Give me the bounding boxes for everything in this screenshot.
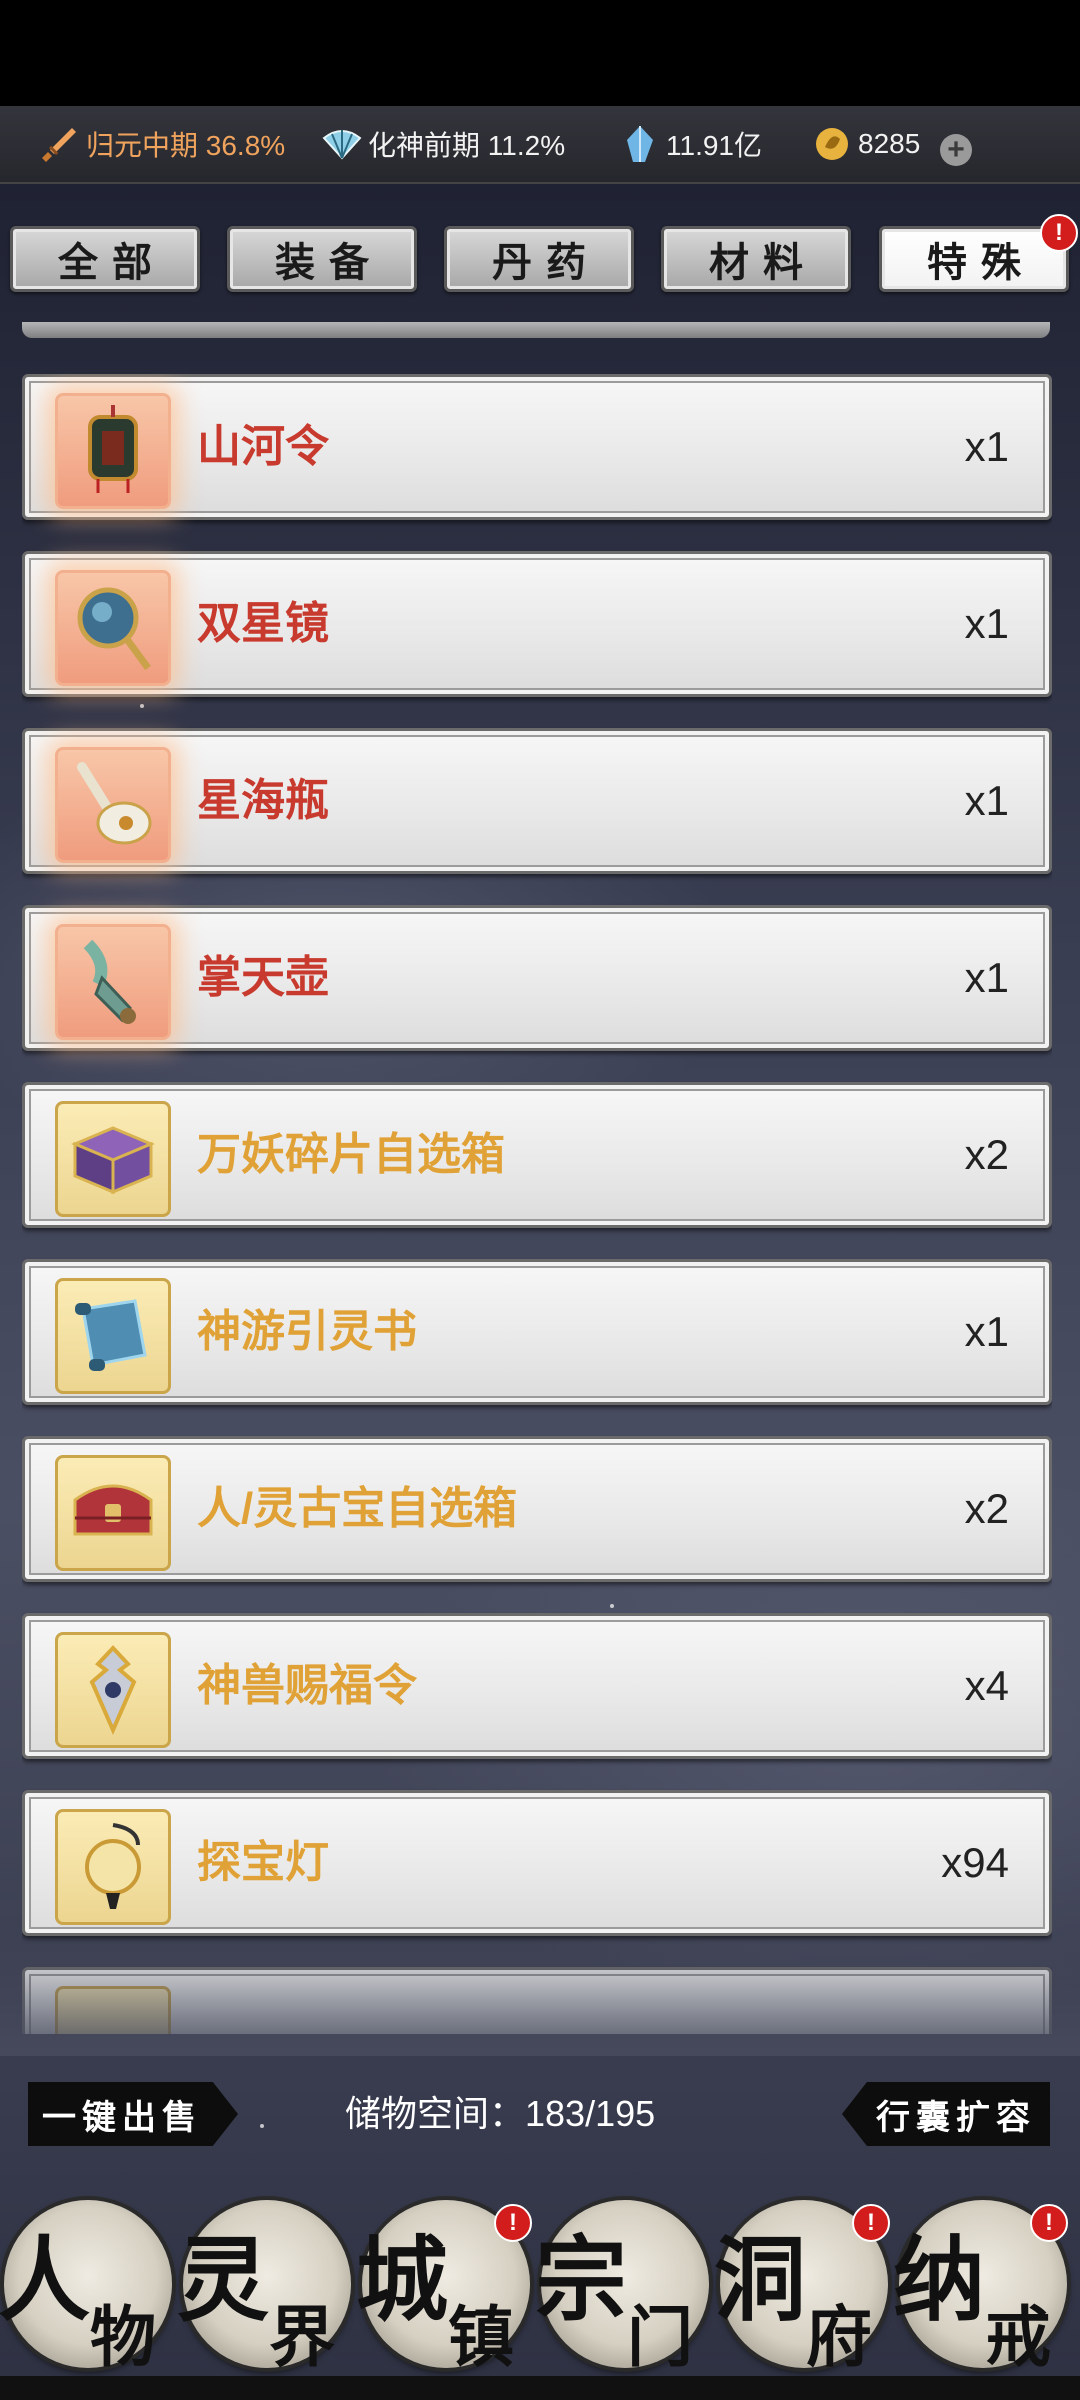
tab-equipment[interactable]: 装备	[227, 226, 417, 292]
item-name: 万妖碎片自选箱	[197, 1130, 505, 1179]
item-name: 山河令	[197, 422, 329, 471]
nav-storage-ring-char1: 纳	[893, 2226, 986, 2334]
item-name: 神兽赐福令	[197, 1661, 417, 1710]
tab-materials[interactable]: 材料	[661, 226, 851, 292]
nav-sect[interactable]: 宗 门	[535, 2200, 709, 2376]
sword-icon	[40, 124, 80, 164]
beast-token-icon	[55, 1632, 171, 1748]
nav-storage-ring-char2: 戒	[985, 2298, 1051, 2376]
nav-sect-char2: 门	[627, 2298, 693, 2376]
item-quantity: x1	[964, 1308, 1009, 1355]
item-quantity: x2	[964, 1485, 1009, 1532]
coin-icon	[812, 124, 852, 164]
status-bar: 归元中期 36.8% 化神前期 11.2% 11.91亿 8285	[0, 106, 1080, 184]
realm-progress-2: 化神前期 11.2%	[322, 106, 565, 182]
list-item[interactable]: 掌天壶 x1	[22, 905, 1052, 1051]
item-quantity: x4	[964, 1662, 1009, 1709]
item-name: 探宝灯	[197, 1838, 329, 1887]
nav-spirit-realm-char2: 界	[269, 2298, 335, 2376]
pot-icon	[55, 924, 171, 1040]
item-quantity: x1	[964, 954, 1009, 1001]
nav-cave-badge: !	[852, 2204, 890, 2242]
nav-character-char1: 人	[0, 2226, 91, 2334]
list-item[interactable]: 探宝灯 x94	[22, 1790, 1052, 1936]
token-lantern-icon	[55, 393, 171, 509]
lamp-icon	[55, 1809, 171, 1925]
item-quantity: x2	[964, 1131, 1009, 1178]
nav-spirit-realm[interactable]: 灵 界	[177, 2200, 351, 2376]
vase-icon	[55, 747, 171, 863]
bottom-black-bar	[0, 2376, 1080, 2400]
list-item[interactable]: 双星镜 x1	[22, 551, 1052, 697]
list-item[interactable]: 山河令 x1	[22, 374, 1052, 520]
tab-divider	[22, 322, 1050, 338]
nav-town-char2: 镇	[448, 2298, 514, 2376]
tab-special-badge: !	[1040, 214, 1078, 252]
currency: 8285	[812, 106, 920, 182]
spirit-stones-text: 11.91亿	[666, 130, 762, 161]
top-black-bar	[0, 0, 1080, 106]
nav-spirit-realm-char1: 灵	[177, 2226, 270, 2334]
nav-cave-char1: 洞	[714, 2226, 807, 2334]
scroll-icon	[55, 1278, 171, 1394]
item-name: 星海瓶	[197, 776, 329, 825]
item-quantity: x1	[964, 423, 1009, 470]
list-item[interactable]: 万妖碎片自选箱 x2	[22, 1082, 1052, 1228]
nav-character-char2: 物	[90, 2298, 156, 2376]
item-quantity: x1	[964, 600, 1009, 647]
nav-character[interactable]: 人 物	[0, 2200, 172, 2376]
item-name: 神游引灵书	[197, 1307, 417, 1356]
nav-cave-char2: 府	[806, 2298, 872, 2376]
item-name: 双星镜	[197, 599, 329, 648]
add-currency-button[interactable]: +	[940, 134, 972, 166]
crystal-icon	[620, 124, 660, 164]
realm-progress-1: 归元中期 36.8%	[40, 106, 285, 182]
item-list[interactable]: 山河令 x1 双星镜 x1 星海瓶 x1 掌天壶 x1 万妖碎片自选箱 x2 神…	[22, 374, 1052, 2034]
realm-progress-1-text: 归元中期 36.8%	[86, 130, 286, 161]
list-item[interactable]: 神兽赐福令 x4	[22, 1613, 1052, 1759]
nav-storage-ring-badge: !	[1030, 2204, 1068, 2242]
list-fade	[0, 1936, 1080, 2056]
tab-all[interactable]: 全部	[10, 226, 200, 292]
nav-sect-char1: 宗	[535, 2226, 628, 2334]
list-item[interactable]: 人/灵古宝自选箱 x2	[22, 1436, 1052, 1582]
storage-capacity: 储物空间：183/195	[345, 2093, 656, 2134]
list-item[interactable]: 星海瓶 x1	[22, 728, 1052, 874]
red-chest-icon	[55, 1455, 171, 1571]
tab-pills[interactable]: 丹药	[444, 226, 634, 292]
item-name: 人/灵古宝自选箱	[197, 1484, 518, 1533]
spirit-stones: 11.91亿	[620, 106, 762, 182]
list-item[interactable]: 神游引灵书 x1	[22, 1259, 1052, 1405]
realm-progress-2-text: 化神前期 11.2%	[368, 130, 566, 161]
item-name: 掌天壶	[197, 953, 329, 1002]
currency-text: 8285	[858, 128, 921, 159]
nav-town-badge: !	[494, 2204, 532, 2242]
fan-icon	[322, 124, 362, 164]
mirror-icon	[55, 570, 171, 686]
chest-icon	[55, 1101, 171, 1217]
one-click-sell-button[interactable]: 一键出售	[28, 2082, 238, 2146]
expand-bag-button[interactable]: 行囊扩容	[842, 2082, 1050, 2146]
item-quantity: x1	[964, 777, 1009, 824]
nav-town-char1: 城	[356, 2226, 449, 2334]
item-quantity: x94	[941, 1839, 1009, 1886]
